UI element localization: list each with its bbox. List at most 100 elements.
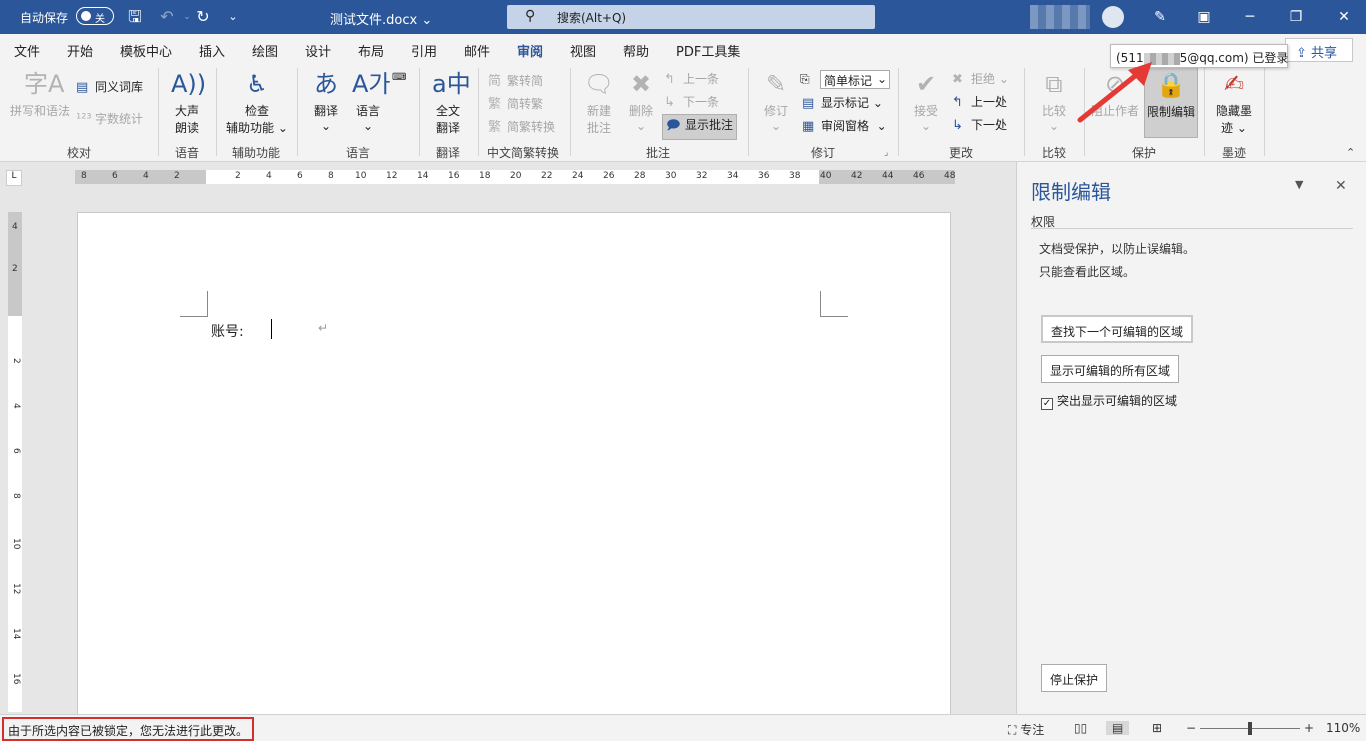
vertical-ruler[interactable]: 4 2 2 4 6 8 10 12 14 16	[8, 212, 22, 712]
accept-button[interactable]: ✔ 接受 ⌄	[906, 68, 946, 133]
separator	[297, 68, 298, 156]
tab-template-center[interactable]: 模板中心	[120, 41, 172, 60]
document-page[interactable]: 账号: ↵	[77, 212, 951, 715]
show-all-editable-button[interactable]: 显示可编辑的所有区域	[1041, 355, 1180, 383]
separator	[748, 68, 749, 156]
maximize-icon[interactable]: ❐	[1284, 5, 1308, 29]
review-pane-button[interactable]: ▦ 审阅窗格 ⌄	[802, 117, 887, 134]
autosave-toggle[interactable]: 关	[76, 7, 114, 25]
check-accessibility-button[interactable]: ♿ 检查 辅助功能 ⌄	[222, 68, 292, 136]
horizontal-ruler[interactable]: 8 6 4 2 2 4 6 8 10 12 14 16 18 20 22 24 26 28 30 32 34 36 38 40…	[75, 170, 955, 184]
close-icon[interactable]: ✕	[1332, 5, 1356, 29]
tab-design[interactable]: 设计	[305, 41, 331, 60]
language-button[interactable]: A가 语言 ⌄	[348, 68, 391, 133]
hide-ink-button[interactable]: ✍ 隐藏墨迹 ⌄	[1210, 68, 1258, 136]
next-comment-button[interactable]: ↳ 下一条	[664, 93, 719, 110]
ruler-tick-label: 42	[851, 171, 863, 181]
tab-review[interactable]: 审阅	[517, 41, 544, 67]
save-icon[interactable]: 🖫	[124, 6, 146, 28]
undo-icon[interactable]: ↶	[156, 6, 178, 28]
compare-button[interactable]: ⧉ 比较 ⌄	[1032, 68, 1076, 133]
compare-icon: ⧉	[1045, 70, 1063, 98]
pen-icon[interactable]: ✎	[1148, 5, 1172, 29]
account-name-blurred	[1030, 5, 1090, 29]
tab-help[interactable]: 帮助	[623, 41, 649, 60]
spelling-grammar-button[interactable]: 字A 拼写和语法	[8, 68, 72, 119]
tab-pdf-tools[interactable]: PDF工具集	[676, 41, 740, 60]
tab-file[interactable]: 文件	[14, 41, 40, 60]
word-count-button[interactable]: ¹²³ 字数统计	[76, 110, 143, 127]
tab-home[interactable]: 开始	[67, 41, 93, 60]
ruler-tick-label: 10	[355, 171, 367, 181]
web-layout-icon[interactable]: ⊞	[1152, 721, 1162, 735]
thesaurus-label: 同义词库	[95, 80, 144, 94]
thesaurus-button[interactable]: ▤ 同义词库	[76, 78, 143, 95]
show-markup-button[interactable]: ▤ 显示标记 ⌄	[802, 94, 883, 111]
chevron-down-icon: ⌄	[876, 72, 887, 86]
review-pane-label: 审阅窗格	[821, 119, 870, 133]
tab-stop-selector[interactable]: L	[6, 170, 22, 186]
accept-label: 接受	[913, 104, 938, 118]
close-pane-icon[interactable]: ✕	[1335, 178, 1347, 194]
pane-options-icon[interactable]: ▼	[1295, 178, 1303, 191]
tab-insert[interactable]: 插入	[199, 41, 225, 60]
full-translate-button[interactable]: a中 全文 翻译	[426, 68, 471, 136]
separator	[1024, 68, 1025, 156]
show-comments-button[interactable]: 🗩 显示批注	[662, 114, 738, 140]
minimize-icon[interactable]: ─	[1238, 5, 1262, 29]
language-icon: A가	[352, 70, 391, 98]
ribbon-display-icon[interactable]: ▣	[1192, 5, 1216, 29]
zoom-level[interactable]: 110%	[1326, 721, 1360, 735]
tab-draw[interactable]: 绘图	[252, 41, 278, 60]
highlight-editable-checkbox[interactable]: ✓ 突出显示可编辑的区域	[1041, 392, 1177, 410]
avatar[interactable]	[1102, 6, 1124, 28]
translate-button[interactable]: あ翻译 ⌄	[304, 68, 348, 133]
markup-mode-select[interactable]: 简单标记 ⌄	[820, 70, 890, 89]
find-next-editable-button[interactable]: 查找下一个可编辑的区域	[1041, 315, 1194, 343]
new-comment-button[interactable]: 🗨 新建 批注	[578, 68, 620, 136]
tab-references[interactable]: 引用	[411, 41, 437, 60]
collapse-ribbon-icon[interactable]: ⌃	[1346, 146, 1355, 159]
conversion-button[interactable]: 繁简繁转换	[488, 116, 555, 135]
ruler-tick-label: 20	[510, 171, 522, 181]
focus-button[interactable]: ⛶ 专注	[1008, 721, 1044, 738]
reject-button[interactable]: ✖ 拒绝 ⌄	[952, 70, 1009, 87]
word-count-label: 字数统计	[95, 112, 144, 126]
document-title[interactable]: 测试文件.docx ⌄	[330, 9, 432, 28]
customize-qat-icon[interactable]: ⌄	[222, 6, 244, 28]
translate-icon: あ	[314, 70, 338, 98]
track-changes-button[interactable]: ✎ 修订 ⌄	[756, 68, 796, 133]
delete-comment-icon: ✖	[630, 70, 652, 98]
stop-protection-button[interactable]: 停止保护	[1041, 664, 1108, 692]
simp-to-trad-button[interactable]: 繁简转繁	[488, 93, 543, 112]
previous-change-button[interactable]: ↰ 上一处	[952, 93, 1007, 110]
keyboard-icon[interactable]: ⌨	[392, 72, 406, 83]
crop-mark	[820, 291, 848, 317]
tab-mailings[interactable]: 邮件	[464, 41, 490, 60]
trad-to-simp-button[interactable]: 简繁转简	[488, 70, 543, 89]
zoom-in-icon[interactable]: +	[1304, 721, 1314, 735]
zoom-out-icon[interactable]: −	[1186, 721, 1196, 735]
redo-icon[interactable]: ↻	[192, 6, 214, 28]
read-aloud-button[interactable]: A)) 大声 朗读	[164, 68, 210, 136]
compare-label: 比较	[1041, 104, 1066, 118]
delete-comment-button[interactable]: ✖ 删除 ⌄	[622, 68, 660, 133]
restrict-editing-pane: 限制编辑 ▼ ✕ 权限 文档受保护，以防止误编辑。 只能查看此区域。 查找下一个…	[1016, 162, 1366, 714]
zoom-slider-handle[interactable]	[1248, 722, 1252, 735]
share-button[interactable]: ⇪ 共享	[1285, 38, 1353, 62]
autosave-state: 关	[95, 14, 105, 25]
tab-layout[interactable]: 布局	[358, 41, 384, 60]
print-layout-icon[interactable]: ▤	[1106, 721, 1130, 735]
ruler-tick-label: 10	[11, 538, 21, 550]
read-mode-icon[interactable]: ▯▯	[1074, 721, 1087, 735]
previous-comment-label: 上一条	[683, 72, 720, 86]
checkbox-checked[interactable]: ✓	[1041, 398, 1053, 410]
search-box[interactable]: ⚲ 搜索(Alt+Q)	[507, 5, 875, 29]
next-change-button[interactable]: ↳ 下一处	[952, 116, 1007, 133]
group-translate: 翻译	[435, 146, 460, 160]
ink-icon: ✍	[1223, 70, 1245, 98]
previous-comment-button[interactable]: ↰ 上一条	[664, 70, 719, 87]
status-bar: 由于所选内容已被锁定，您无法进行此更改。 ⛶ 专注 ▯▯ ▤ ⊞ − + 110…	[0, 714, 1366, 741]
tab-view[interactable]: 视图	[570, 41, 596, 60]
ruler-tick-label: 46	[913, 171, 925, 181]
